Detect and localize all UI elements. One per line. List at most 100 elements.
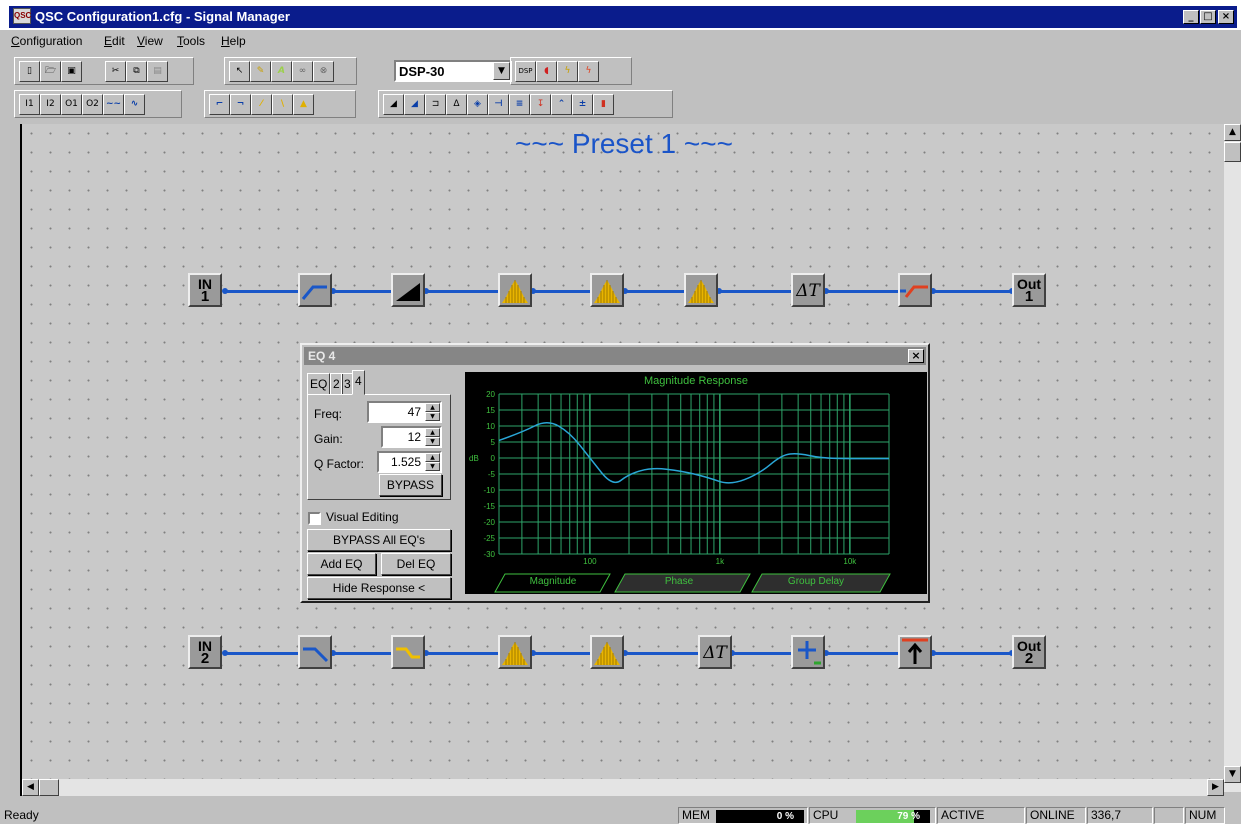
gate-icon[interactable]: ⊐ bbox=[425, 94, 446, 115]
link-icon[interactable]: ∞ bbox=[292, 61, 313, 82]
eq-block-2[interactable] bbox=[590, 635, 624, 669]
spin-up-icon[interactable]: ▲ bbox=[425, 403, 440, 412]
scroll-down-icon[interactable]: ▼ bbox=[1224, 766, 1241, 783]
bypass-button[interactable]: BYPASS bbox=[379, 474, 442, 496]
splitter-icon[interactable]: ⊣ bbox=[488, 94, 509, 115]
disconnect-plug-icon[interactable]: ϟ bbox=[578, 61, 599, 82]
spin-down-icon[interactable]: ▼ bbox=[425, 437, 440, 446]
paste-icon[interactable]: ▤ bbox=[147, 61, 168, 82]
gain-icon[interactable]: ◢ bbox=[383, 94, 404, 115]
sine-icon[interactable]: ∿ bbox=[124, 94, 145, 115]
chevron-down-icon[interactable]: ▼ bbox=[493, 62, 510, 80]
close-button[interactable]: × bbox=[1218, 10, 1234, 24]
pointer-icon[interactable]: ↖ bbox=[229, 61, 250, 82]
output-1-icon[interactable]: O1 bbox=[61, 94, 82, 115]
gain-spinner[interactable]: ▲ ▼ bbox=[425, 428, 440, 446]
eq-block-2[interactable] bbox=[590, 273, 624, 307]
tab-eq-1[interactable]: EQ bbox=[307, 373, 331, 395]
input-1-block[interactable]: IN 1 bbox=[188, 273, 222, 307]
low-shelf-block[interactable] bbox=[391, 635, 425, 669]
gain-field[interactable]: 12 ▲ ▼ bbox=[381, 426, 442, 448]
limiter-icon[interactable]: ↧ bbox=[530, 94, 551, 115]
crossover-block[interactable] bbox=[898, 273, 932, 307]
tab-phase[interactable]: Phase bbox=[620, 574, 738, 592]
vertical-scrollbar[interactable]: ▲ ▼ bbox=[1224, 124, 1241, 792]
mixer-icon[interactable]: ≡ bbox=[509, 94, 530, 115]
new-icon[interactable]: ▯ bbox=[19, 61, 40, 82]
save-icon[interactable]: ▣ bbox=[61, 61, 82, 82]
hide-response-button[interactable]: Hide Response < bbox=[307, 577, 451, 599]
magnitude-response-chart[interactable]: 20 15 10 5 0 -5 -10 -15 -20 -25 -30 100 1k 10k dB bbox=[465, 372, 927, 594]
close-icon[interactable]: × bbox=[908, 349, 924, 363]
maximize-button[interactable]: □ bbox=[1200, 10, 1216, 24]
gain-block[interactable] bbox=[391, 273, 425, 307]
highpass-icon[interactable]: ⌐ bbox=[209, 94, 230, 115]
menu-edit[interactable]: Edit bbox=[104, 34, 125, 48]
menu-configuration[interactable]: Configuration bbox=[11, 34, 82, 48]
input-2-block[interactable]: IN 2 bbox=[188, 635, 222, 669]
spin-down-icon[interactable]: ▼ bbox=[425, 462, 440, 471]
eq-block-1[interactable] bbox=[498, 273, 532, 307]
vertical-scroll-thumb[interactable] bbox=[1224, 142, 1241, 162]
horizontal-scrollbar[interactable]: ◀ ▶ bbox=[20, 779, 1224, 796]
horizontal-scroll-thumb[interactable] bbox=[39, 779, 59, 796]
app-icon[interactable]: QSC bbox=[13, 8, 31, 24]
q-factor-field[interactable]: 1.525 ▲ ▼ bbox=[377, 451, 442, 473]
open-icon[interactable]: 🗁 bbox=[40, 61, 61, 82]
delay-icon[interactable]: Δ bbox=[446, 94, 467, 115]
spin-up-icon[interactable]: ▲ bbox=[425, 453, 440, 462]
device-select[interactable]: DSP-30 ▼ bbox=[394, 60, 512, 82]
meter-icon[interactable]: ▮ bbox=[593, 94, 614, 115]
text-icon[interactable]: A bbox=[271, 61, 292, 82]
scroll-up-icon[interactable]: ▲ bbox=[1224, 124, 1241, 141]
lowpass-icon[interactable]: ¬ bbox=[230, 94, 251, 115]
input-2-icon[interactable]: I2 bbox=[40, 94, 61, 115]
cut-icon[interactable]: ✂ bbox=[105, 61, 126, 82]
q-factor-spinner[interactable]: ▲ ▼ bbox=[425, 453, 440, 471]
limiter-block[interactable] bbox=[898, 635, 932, 669]
menu-help[interactable]: Help bbox=[221, 34, 246, 48]
spin-down-icon[interactable]: ▼ bbox=[425, 412, 440, 421]
low-shelf-icon[interactable]: \ bbox=[272, 94, 293, 115]
scroll-right-icon[interactable]: ▶ bbox=[1207, 779, 1224, 796]
scroll-left-icon[interactable]: ◀ bbox=[22, 779, 39, 796]
noise-icon[interactable]: ~~ bbox=[103, 94, 124, 115]
tab-eq-4[interactable]: 4 bbox=[352, 370, 365, 395]
delay-block[interactable]: ΔT bbox=[698, 635, 732, 669]
highpass-block[interactable] bbox=[298, 273, 332, 307]
mixer-block[interactable] bbox=[791, 635, 825, 669]
tab-group-delay[interactable]: Group Delay bbox=[757, 574, 875, 592]
menu-tools[interactable]: Tools bbox=[177, 34, 205, 48]
polarity-icon[interactable]: ± bbox=[572, 94, 593, 115]
bypass-all-eqs-button[interactable]: BYPASS All EQ's bbox=[307, 529, 451, 551]
expander-icon[interactable]: ⌃ bbox=[551, 94, 572, 115]
output-2-icon[interactable]: O2 bbox=[82, 94, 103, 115]
freq-field[interactable]: 47 ▲ ▼ bbox=[367, 401, 442, 423]
eq-block-3[interactable] bbox=[684, 273, 718, 307]
add-eq-button[interactable]: Add EQ bbox=[307, 553, 376, 575]
minimize-button[interactable]: _ bbox=[1183, 10, 1199, 24]
high-shelf-icon[interactable]: ⁄ bbox=[251, 94, 272, 115]
del-eq-button[interactable]: Del EQ bbox=[381, 553, 451, 575]
input-1-icon[interactable]: I1 bbox=[19, 94, 40, 115]
spin-up-icon[interactable]: ▲ bbox=[425, 428, 440, 437]
dsp-upload-icon[interactable]: DSP bbox=[515, 61, 536, 82]
visual-editing-checkbox[interactable] bbox=[308, 512, 321, 525]
compressor-icon[interactable]: ◢ bbox=[404, 94, 425, 115]
output-2-block[interactable]: Out 2 bbox=[1012, 635, 1046, 669]
menu-view[interactable]: View bbox=[137, 34, 163, 48]
copy-icon[interactable]: ⧉ bbox=[126, 61, 147, 82]
lowpass-block[interactable] bbox=[298, 635, 332, 669]
disconnect-icon[interactable]: ⊗ bbox=[313, 61, 334, 82]
router-icon[interactable]: ◈ bbox=[467, 94, 488, 115]
freq-spinner[interactable]: ▲ ▼ bbox=[425, 403, 440, 421]
delay-block[interactable]: ΔT bbox=[791, 273, 825, 307]
output-1-block[interactable]: Out 1 bbox=[1012, 273, 1046, 307]
parametric-eq-icon[interactable]: ▲ bbox=[293, 94, 314, 115]
tab-magnitude[interactable]: Magnitude bbox=[503, 574, 603, 592]
eq-block-1[interactable] bbox=[498, 635, 532, 669]
connect-icon[interactable]: ϟ bbox=[557, 61, 578, 82]
eq-dialog-titlebar[interactable]: EQ 4 × bbox=[304, 347, 926, 365]
pencil-icon[interactable]: ✎ bbox=[250, 61, 271, 82]
speaker-icon[interactable]: ◖ bbox=[536, 61, 557, 82]
